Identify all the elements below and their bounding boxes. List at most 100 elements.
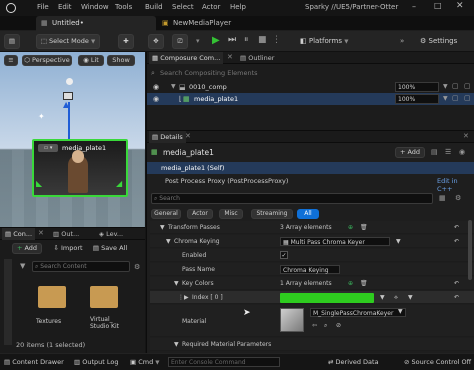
material-dropdown[interactable]: M_SinglePassChromaKeyer (310, 308, 406, 317)
prop-transform-passes[interactable]: ▼ Transform Passes 3 Array elements ⊕ 🗑 … (150, 221, 474, 234)
filter-misc[interactable]: Misc (219, 209, 243, 219)
close-tab-icon[interactable]: ✕ (185, 132, 191, 140)
filter-actor[interactable]: Actor (187, 209, 213, 219)
maximize-icon[interactable]: □ (434, 1, 442, 10)
composure-search-input[interactable]: Search Compositing Elements (160, 69, 258, 77)
content-drawer-button[interactable]: ▤ Content Drawer (4, 358, 64, 366)
chevron-down-icon[interactable]: ▼ (443, 83, 448, 90)
add-element-icon[interactable]: ⊕ (348, 277, 353, 290)
chevron-down-icon[interactable]: ▼ (396, 235, 401, 248)
reset-icon[interactable]: ↶ (454, 291, 459, 304)
tab-details[interactable]: ▤ Details (149, 131, 186, 143)
preview-icon[interactable]: ▢ (452, 94, 459, 102)
menu-build[interactable]: Build (145, 3, 163, 11)
add-button[interactable]: + Add (12, 243, 42, 254)
blueprint-icon[interactable]: ▤ (431, 148, 438, 156)
filter-icon[interactable]: ▼ (20, 262, 25, 270)
tab-levels[interactable]: ◈ Lev... (96, 228, 126, 240)
folder-textures-icon[interactable] (38, 286, 66, 308)
chevron-down-icon[interactable]: ▼ (174, 338, 179, 351)
settings-gear-icon[interactable]: ⚙ (134, 263, 140, 271)
eye-icon[interactable]: ◉ (459, 148, 465, 156)
tab-untitled[interactable]: ▦ Untitled• (36, 16, 156, 31)
show-button[interactable]: Show (107, 55, 135, 66)
import-button[interactable]: ⇩ Import (50, 243, 86, 254)
details-add-button[interactable]: + Add (395, 147, 425, 158)
save-icon[interactable]: ▤ (4, 34, 20, 49)
chevron-right-icon[interactable]: ▶ (184, 291, 189, 304)
details-scrollbar[interactable] (468, 220, 472, 280)
console-input[interactable]: Enter Console Command (168, 357, 280, 367)
reset-icon[interactable]: ↶ (454, 221, 459, 234)
chevron-down-icon[interactable]: ▼ (398, 305, 403, 318)
menu-file[interactable]: File (37, 3, 49, 11)
chevron-down-icon[interactable]: ▼ (443, 95, 448, 102)
viewport[interactable]: ≡ ⬡ Perspective ◉ Lit Show ▲ ✦ media_pla… (0, 52, 145, 227)
menu-tools[interactable]: Tools (115, 3, 132, 11)
menu-help[interactable]: Help (230, 3, 246, 11)
perspective-button[interactable]: ⬡ Perspective (22, 55, 72, 66)
content-search-input[interactable]: ⌕ Search Content (32, 261, 130, 272)
sources-toggle[interactable] (4, 259, 12, 345)
close-panel-icon[interactable]: ✕ (463, 132, 469, 140)
minimize-icon[interactable]: – (412, 2, 416, 11)
tab-composure[interactable]: ▦ Composure Com... (149, 52, 224, 64)
pause-icon[interactable]: ⏸ (244, 35, 249, 45)
clear-icon[interactable]: ⊘ (336, 319, 341, 332)
key-color-swatch[interactable] (280, 293, 374, 303)
blueprint-icon[interactable]: ✥ (148, 34, 164, 49)
play-icon[interactable]: ▶ (212, 35, 220, 46)
more-icon[interactable]: ▾ (196, 37, 200, 45)
prop-material[interactable]: Material M_SinglePassChromaKeyer ▼ ⇦ ⌕ ⊘ (150, 305, 474, 337)
prop-key-colors[interactable]: ▼ Key Colors 1 Array elements ⊕ 🗑 ↶ (150, 277, 474, 290)
chevron-down-icon[interactable]: ▼ (408, 291, 413, 304)
prop-pass-name[interactable]: Pass Name Chroma Keying (150, 263, 474, 276)
enabled-checkbox[interactable]: ✓ (280, 251, 288, 259)
prop-index-0[interactable]: ⋮ ▶ Index [ 0 ] ▼ ⟡ ▼ ↶ (150, 291, 474, 304)
tab-output[interactable]: ▥ Out... (50, 228, 82, 240)
chevron-down-icon[interactable]: ▼ (166, 235, 171, 248)
trash-icon[interactable]: 🗑 (360, 277, 368, 290)
visibility-eye-icon[interactable]: ◉ (153, 95, 159, 103)
details-search-input[interactable]: ⌕ Search (151, 193, 433, 204)
settings-gear-icon[interactable]: ⚙ (455, 194, 461, 202)
tab-newmediaplayer[interactable]: ▣ NewMediaPlayer (160, 16, 260, 31)
composure-row-comp[interactable]: ◉ ▼ ⬓ 0010_comp 100% ▼ ▢ ▢ (147, 81, 474, 93)
add-actor-icon[interactable]: ✚ (118, 34, 134, 49)
close-tab-icon[interactable]: ✕ (227, 53, 233, 61)
visibility-eye-icon[interactable]: ◉ (153, 83, 159, 91)
platforms-button[interactable]: ◧ Platforms ▼ (300, 37, 348, 45)
chevron-down-icon[interactable]: ▼ (174, 277, 179, 290)
freeze-icon[interactable]: ▢ (464, 82, 471, 90)
derived-data-button[interactable]: ⇄ Derived Data (328, 358, 379, 366)
component-self-row[interactable]: media_plate1 (Self) (147, 162, 474, 174)
save-all-button[interactable]: ▤ Save All (90, 243, 130, 254)
material-thumbnail[interactable] (280, 308, 304, 332)
chevron-down-icon[interactable]: ▼ (171, 83, 176, 90)
plate-menu-icon[interactable]: ▭ ▾ (38, 144, 58, 152)
preview-icon[interactable]: ▢ (452, 82, 459, 90)
settings-button[interactable]: ⚙ Settings (420, 37, 457, 45)
freeze-icon[interactable]: ▢ (464, 94, 471, 102)
close-tab-icon[interactable]: ✕ (38, 229, 44, 237)
select-mode-button[interactable]: ⬚ Select Mode ▼ (36, 34, 100, 49)
grid-view-icon[interactable]: ▦ (439, 194, 446, 202)
play-options-icon[interactable]: ⋮ (272, 35, 281, 45)
viewport-menu-icon[interactable]: ≡ (4, 55, 18, 66)
menu-actor[interactable]: Actor (202, 3, 220, 11)
lit-button[interactable]: ◉ Lit (78, 55, 104, 66)
reset-icon[interactable]: ↶ (454, 235, 459, 248)
chevron-down-icon[interactable]: ▼ (380, 291, 385, 304)
eyedropper-icon[interactable]: ⟡ (394, 291, 398, 304)
output-log-button[interactable]: ▥ Output Log (74, 358, 118, 366)
chroma-keying-dropdown[interactable]: ▦ Multi Pass Chroma Keyer (280, 237, 390, 246)
browse-icon[interactable]: ⇦ (312, 319, 317, 332)
pass-name-input[interactable]: Chroma Keying (280, 265, 340, 274)
media-plate[interactable]: media_plate1 ▭ ▾ ◣ ◢ (32, 139, 128, 197)
filter-all[interactable]: All (297, 209, 319, 219)
sliders-icon[interactable]: ☰ (445, 148, 451, 156)
trash-icon[interactable]: 🗑 (360, 221, 368, 234)
tab-content-browser[interactable]: ▤ Con... (2, 228, 36, 240)
plate-opacity-field[interactable]: 100% (395, 94, 439, 104)
filter-general[interactable]: General (151, 209, 181, 219)
